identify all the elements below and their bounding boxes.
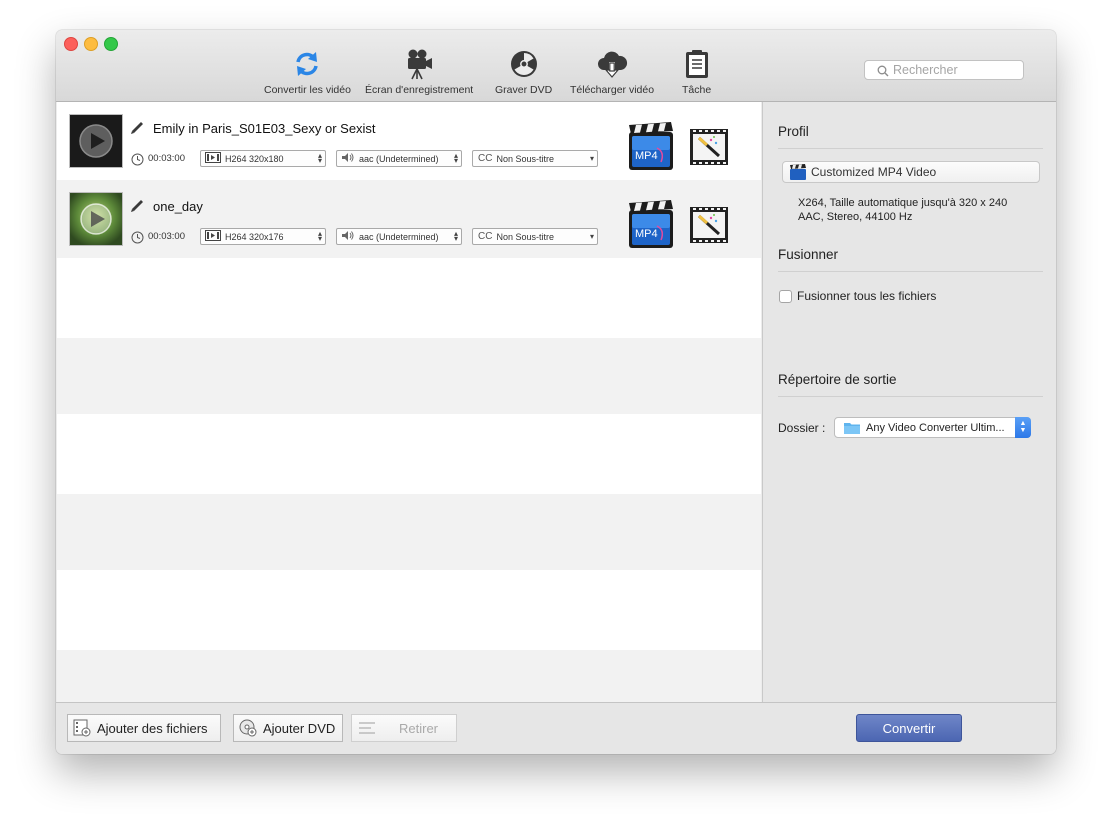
add-disc-icon (239, 719, 257, 737)
file-name: Emily in Paris_S01E03_Sexy or Sexist (153, 121, 376, 136)
toolbar-task-button[interactable]: Tâche (682, 48, 711, 96)
speaker-icon (341, 230, 355, 243)
divider (778, 271, 1043, 272)
search-icon (877, 65, 889, 80)
audio-track-select[interactable]: aac (Undetermined) ▴ ▾ (336, 228, 462, 245)
convert-button[interactable]: Convertir (856, 714, 962, 742)
toolbar: Convertir les vidéo Écran d'enregistreme… (56, 30, 1056, 102)
mp4-label: MP4 (635, 150, 658, 162)
file-row[interactable]: one_day 00:03:00 H264 320x176 ▴ ▾ aac (U… (57, 180, 761, 258)
profile-description-audio: AAC, Stereo, 44100 Hz (798, 211, 913, 223)
video-thumbnail (69, 192, 123, 246)
toolbar-screen-record-label: Écran d'enregistrement (365, 84, 474, 96)
updown-arrow-icon: ▴ ▾ (317, 229, 322, 243)
toolbar-download-video-label: Télécharger vidéo (570, 84, 655, 96)
clipboard-icon (682, 48, 711, 80)
bottom-bar: Ajouter des fichiers Ajouter DVD Retirer… (56, 702, 1056, 754)
mp4-label: MP4 (635, 228, 658, 240)
radiation-disc-icon (495, 48, 552, 80)
settings-panel: Profil Customized MP4 Video X264, Taille… (762, 102, 1056, 702)
add-files-button[interactable]: Ajouter des fichiers (67, 714, 221, 742)
audio-track-value: aac (Undetermined) (359, 153, 439, 164)
mp4-format-button[interactable]: MP4 (627, 200, 675, 255)
video-track-value: H264 320x180 (225, 153, 284, 164)
updown-arrow-icon: ▲ ▼ (1015, 417, 1031, 438)
toolbar-convert-video-label: Convertir les vidéo (264, 84, 351, 96)
video-thumbnail (69, 114, 123, 168)
output-folder-select[interactable]: Any Video Converter Ultim... ▲ ▼ (834, 417, 1031, 438)
film-icon (205, 230, 221, 243)
chevron-down-icon: ▾ (589, 232, 594, 241)
edit-name-icon[interactable] (129, 197, 146, 219)
file-list[interactable]: Emily in Paris_S01E03_Sexy or Sexist 00:… (57, 102, 761, 702)
cc-icon: CC (478, 231, 493, 242)
audio-track-select[interactable]: aac (Undetermined) ▴ ▾ (336, 150, 462, 167)
subtitle-select[interactable]: CC Non Sous-titre ▾ (472, 150, 598, 167)
clock-icon (131, 231, 144, 249)
divider (778, 148, 1043, 149)
chevron-down-icon: ▾ (589, 154, 594, 163)
toolbar-convert-video-button[interactable]: Convertir les vidéo (264, 48, 351, 96)
video-track-value: H264 320x176 (225, 231, 284, 242)
video-track-select[interactable]: H264 320x180 ▴ ▾ (200, 150, 326, 167)
profile-description-video: X264, Taille automatique jusqu'à 320 x 2… (798, 197, 1008, 209)
search-input[interactable]: Rechercher (864, 60, 1024, 80)
app-window: Convertir les vidéo Écran d'enregistreme… (56, 30, 1056, 754)
subtitle-value: Non Sous-titre (496, 231, 554, 242)
remove-button[interactable]: Retirer (351, 714, 457, 742)
add-dvd-button[interactable]: Ajouter DVD (233, 714, 343, 742)
toolbar-burn-dvd-label: Graver DVD (495, 84, 553, 96)
clock-icon (131, 153, 144, 171)
profile-value: Customized MP4 Video (811, 165, 937, 179)
subtitle-select[interactable]: CC Non Sous-titre ▾ (472, 228, 598, 245)
add-dvd-label: Ajouter DVD (263, 720, 336, 736)
video-edit-icon[interactable] (689, 128, 729, 171)
output-directory-heading: Répertoire de sortie (778, 372, 897, 387)
merge-all-checkbox[interactable] (779, 290, 792, 303)
video-camera-icon (365, 48, 473, 80)
close-window-button[interactable] (64, 37, 78, 51)
cloud-download-icon (570, 48, 654, 80)
updown-arrow-icon: ▴ ▾ (317, 151, 322, 165)
folder-label: Dossier : (778, 421, 826, 435)
clapperboard-icon (789, 164, 807, 184)
file-duration: 00:03:00 (148, 153, 185, 164)
subtitle-value: Non Sous-titre (496, 153, 554, 164)
video-edit-icon[interactable] (689, 206, 729, 249)
updown-arrow-icon: ▴ ▾ (453, 229, 458, 243)
toolbar-task-label: Tâche (682, 84, 712, 96)
cc-icon: CC (478, 153, 493, 164)
file-name: one_day (153, 199, 203, 214)
toolbar-screen-record-button[interactable]: Écran d'enregistrement (365, 48, 473, 96)
toolbar-burn-dvd-button[interactable]: Graver DVD (495, 48, 552, 96)
profile-select[interactable]: Customized MP4 Video (782, 161, 1040, 183)
merge-all-label[interactable]: Fusionner tous les fichiers (797, 289, 936, 303)
file-duration: 00:03:00 (148, 231, 185, 242)
output-folder-value: Any Video Converter Ultim... (866, 421, 1005, 434)
audio-track-value: aac (Undetermined) (359, 231, 439, 242)
divider (778, 396, 1043, 397)
speaker-icon (341, 152, 355, 165)
convert-icon (264, 48, 351, 80)
add-file-icon (73, 719, 91, 737)
video-track-select[interactable]: H264 320x176 ▴ ▾ (200, 228, 326, 245)
maximize-window-button[interactable] (104, 37, 118, 51)
edit-name-icon[interactable] (129, 119, 146, 141)
toolbar-download-video-button[interactable]: Télécharger vidéo (570, 48, 654, 96)
remove-list-icon (357, 720, 377, 736)
search-placeholder: Rechercher (893, 63, 958, 77)
updown-arrow-icon: ▴ ▾ (453, 151, 458, 165)
file-row[interactable]: Emily in Paris_S01E03_Sexy or Sexist 00:… (57, 102, 761, 180)
merge-heading: Fusionner (778, 247, 839, 262)
profile-heading: Profil (778, 124, 809, 139)
remove-label: Retirer (399, 720, 439, 736)
mp4-format-button[interactable]: MP4 (627, 122, 675, 177)
add-files-label: Ajouter des fichiers (97, 720, 208, 736)
film-icon (205, 152, 221, 165)
minimize-window-button[interactable] (84, 37, 98, 51)
folder-icon (843, 421, 861, 438)
